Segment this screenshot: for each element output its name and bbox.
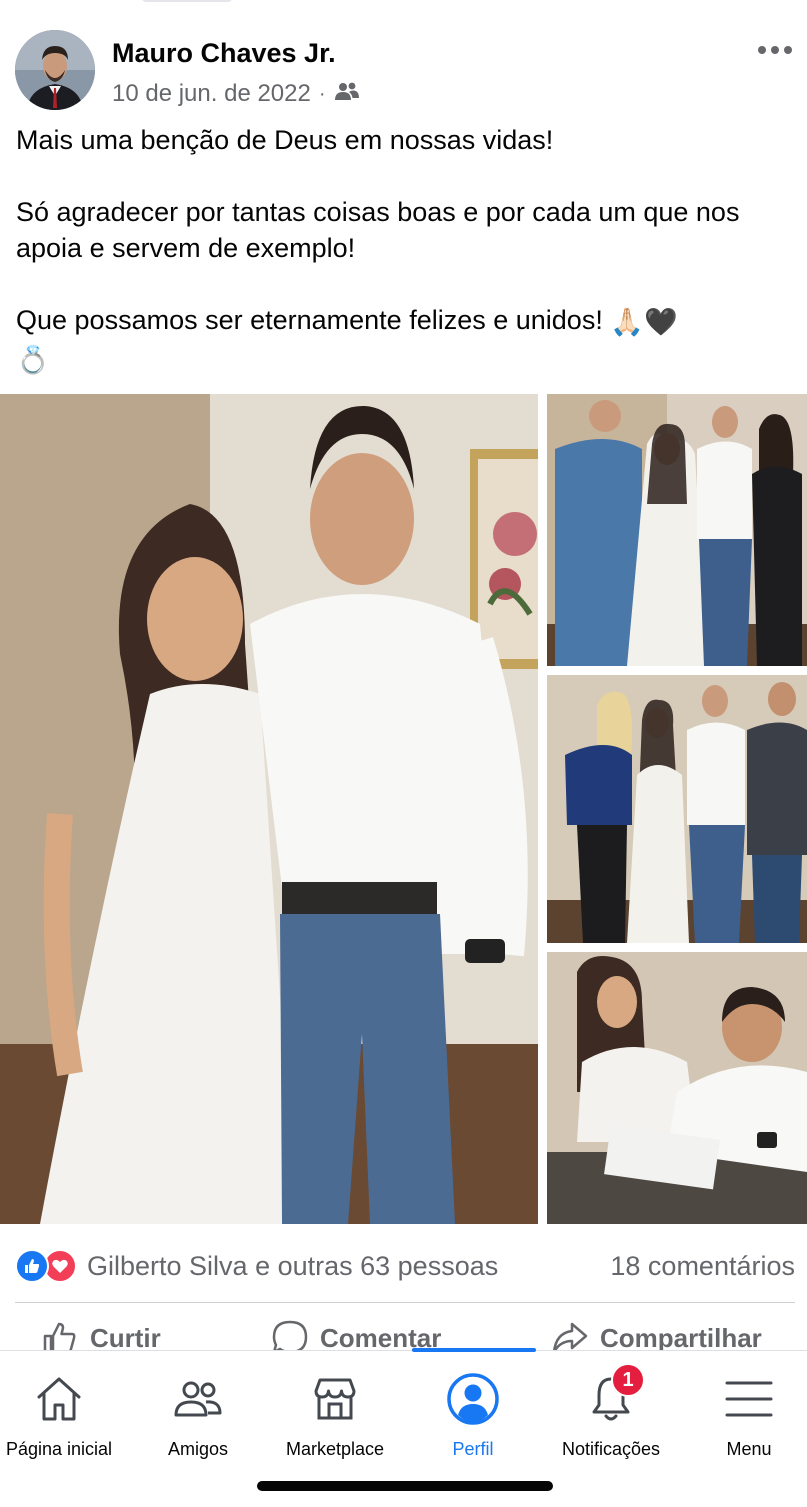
home-indicator (257, 1481, 553, 1491)
post-text-line: Que possamos ser eternamente felizes e u… (16, 302, 796, 378)
nav-friends[interactable]: Amigos (129, 1351, 267, 1461)
black-heart-emoji: 🖤 (643, 306, 678, 337)
meta-separator: · (318, 82, 326, 105)
like-reaction-icon (15, 1249, 49, 1283)
group-photo-2[interactable] (547, 675, 807, 943)
pray-emoji: 🙏🏻 (610, 306, 644, 337)
post-text-line-3: Que possamos ser eternamente felizes e u… (16, 305, 603, 335)
post-date[interactable]: 10 de jun. de 2022 (112, 80, 311, 108)
notifications-badge: 1 (611, 1363, 645, 1397)
home-icon (31, 1371, 87, 1427)
author-avatar[interactable] (15, 30, 95, 110)
photo-grid (0, 394, 807, 1224)
post-text-line: Mais uma benção de Deus em nossas vidas! (16, 125, 554, 155)
nav-home[interactable]: Página inicial (0, 1351, 128, 1461)
reaction-icons (15, 1249, 77, 1283)
nav-marketplace-label: Marketplace (285, 1439, 385, 1459)
friends-icon (170, 1371, 226, 1427)
post-meta: 10 de jun. de 2022 · (112, 80, 360, 108)
more-options-icon[interactable] (755, 42, 795, 58)
main-couple-photo[interactable] (0, 394, 538, 1224)
bell-icon: 1 (583, 1363, 645, 1427)
marketplace-icon (307, 1371, 363, 1427)
profile-icon (445, 1371, 501, 1427)
nav-notifications-label: Notificações (561, 1439, 661, 1459)
nav-notifications[interactable]: 1 Notificações (542, 1351, 680, 1461)
nav-menu-label: Menu (726, 1439, 772, 1459)
nav-profile-label: Perfil (452, 1439, 494, 1459)
post-text: Mais uma benção de Deus em nossas vidas!… (16, 122, 796, 378)
reactions-summary[interactable]: Gilberto Silva e outras 63 pessoas 18 co… (15, 1244, 795, 1288)
author-name[interactable]: Mauro Chaves Jr. (112, 38, 336, 69)
hamburger-menu-icon (721, 1371, 777, 1427)
post-header: Mauro Chaves Jr. 10 de jun. de 2022 · (15, 30, 795, 110)
nav-marketplace[interactable]: Marketplace (266, 1351, 404, 1461)
divider (15, 1302, 795, 1303)
comments-count[interactable]: 18 comentários (610, 1251, 795, 1282)
signing-photo[interactable] (547, 952, 807, 1224)
ring-emoji: 💍 (16, 344, 50, 375)
nav-profile[interactable]: Perfil (404, 1351, 542, 1461)
nav-friends-label: Amigos (167, 1439, 229, 1459)
reactions-text[interactable]: Gilberto Silva e outras 63 pessoas (87, 1251, 498, 1282)
share-label: Compartilhar (600, 1322, 762, 1353)
nav-menu[interactable]: Menu (680, 1351, 807, 1461)
top-handle (142, 0, 232, 2)
post-text-line: Só agradecer por tantas coisas boas e po… (16, 197, 740, 263)
nav-home-label: Página inicial (5, 1439, 113, 1459)
like-label: Curtir (90, 1322, 161, 1353)
friends-audience-icon[interactable] (334, 80, 360, 108)
group-photo-1[interactable] (547, 394, 807, 666)
